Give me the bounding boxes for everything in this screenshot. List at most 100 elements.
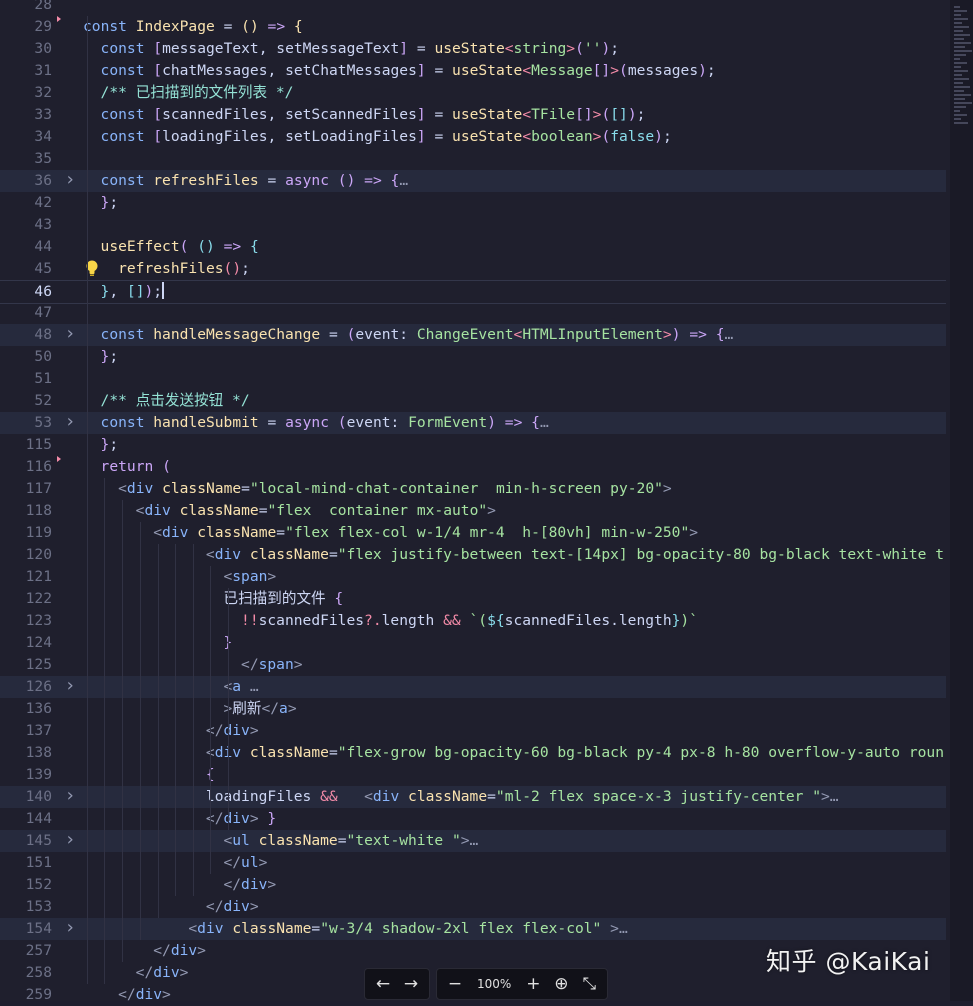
code-text: const handleSubmit = async (event: FormE… <box>100 414 549 431</box>
minimap-line <box>954 42 971 44</box>
code-line[interactable]: 138 <div className="flex-grow bg-opacity-… <box>0 742 946 764</box>
code-line[interactable]: 28 <box>0 0 946 16</box>
fold-chevron-icon[interactable]: › <box>64 785 76 807</box>
line-number: 136 <box>25 700 52 717</box>
code-line[interactable]: 116 return ( <box>0 456 946 478</box>
code-line[interactable]: 121 <span> <box>0 566 946 588</box>
code-line[interactable]: 145 › <ul className="text-white ">… <box>0 829 946 852</box>
code-text: const refreshFiles = async () => {… <box>100 172 409 189</box>
code-text: }; <box>100 194 119 211</box>
line-number: 257 <box>25 942 52 959</box>
code-text: <ul className="text-white ">… <box>223 832 479 849</box>
minimap-line <box>954 102 972 104</box>
code-text: }; <box>100 436 119 453</box>
collapse-icon[interactable]: ⤡ <box>577 969 601 999</box>
code-line[interactable]: 50}; <box>0 346 946 368</box>
code-text: <div className="flex container mx-auto"> <box>135 502 496 519</box>
code-line[interactable]: 154 › <div className="w-3/4 shadow-2xl fle… <box>0 917 946 940</box>
arrow-right-icon[interactable]: → <box>399 969 423 999</box>
minimap[interactable] <box>950 0 973 1001</box>
minimap-line <box>954 6 960 8</box>
line-number: 51 <box>34 370 52 387</box>
minimap-line <box>954 82 963 84</box>
fold-chevron-icon[interactable]: › <box>64 169 76 191</box>
code-line[interactable]: 119 <div className="flex flex-col w-1/4 m… <box>0 522 946 544</box>
line-number: 35 <box>34 150 52 167</box>
line-number: 139 <box>25 766 52 783</box>
line-number: 42 <box>34 194 52 211</box>
code-line[interactable]: 126›<a … <box>0 675 946 698</box>
minimap-line <box>954 58 960 60</box>
code-line[interactable]: 124} <box>0 632 946 654</box>
code-line[interactable]: 115}; <box>0 434 946 456</box>
code-line[interactable]: 31 const [chatMessages, setChatMessages] … <box>0 60 946 82</box>
code-line[interactable]: 34 const [loadingFiles, setLoadingFiles] … <box>0 126 946 148</box>
line-number: 258 <box>25 964 52 981</box>
code-line[interactable]: 35 <box>0 148 946 170</box>
fold-chevron-icon[interactable]: › <box>64 323 76 345</box>
minimap-line <box>954 18 968 20</box>
code-line[interactable]: 152 </div> <box>0 874 946 896</box>
download-icon[interactable]: ⊕ <box>549 969 573 999</box>
minimap-line <box>954 86 970 88</box>
code-line[interactable]: 153 </div> <box>0 896 946 918</box>
indent-guide <box>158 544 159 918</box>
code-line[interactable]: 44 useEffect( () => { <box>0 236 946 258</box>
code-line[interactable]: 137 </div> <box>0 720 946 742</box>
line-number: 48 <box>34 326 52 343</box>
code-editor[interactable]: 28 29 const IndexPage = () => {30 const [me… <box>0 0 973 1003</box>
text-cursor <box>162 282 164 299</box>
code-line[interactable]: 47 <box>0 302 946 324</box>
indent-guide <box>140 522 141 940</box>
line-number: 145 <box>25 832 52 849</box>
fold-chevron-icon[interactable]: › <box>64 829 76 851</box>
fold-chevron-icon[interactable]: › <box>64 675 76 697</box>
line-number: 31 <box>34 62 52 79</box>
code-text: 已扫描到的文件 { <box>223 590 344 607</box>
indent-guide <box>87 16 88 984</box>
code-line[interactable]: 117 <div className="local-mind-chat-conta… <box>0 478 946 500</box>
code-line[interactable]: 120 <div className="flex justify-between … <box>0 544 946 566</box>
code-line[interactable]: 140 › loadingFiles && <div className="ml-2… <box>0 785 946 808</box>
zoom-out-icon[interactable]: − <box>443 969 467 999</box>
code-line[interactable]: 36 › const refreshFiles = async () => {… <box>0 169 946 192</box>
code-line[interactable]: 43 <box>0 214 946 236</box>
code-line[interactable]: 136 >刷新</a> <box>0 698 946 720</box>
code-line[interactable]: 52 /** 点击发送按钮 */ <box>0 390 946 412</box>
minimap-line <box>954 14 961 16</box>
code-line[interactable]: 118 <div className="flex container mx-aut… <box>0 500 946 522</box>
code-line[interactable]: 122 已扫描到的文件 { <box>0 588 946 610</box>
fold-chevron-icon[interactable]: › <box>64 917 76 939</box>
code-line[interactable]: 123 !!scannedFiles?.length && `(${scanned… <box>0 610 946 632</box>
code-line[interactable]: 42}; <box>0 192 946 214</box>
code-line[interactable]: 29 const IndexPage = () => { <box>0 16 946 38</box>
arrow-left-icon[interactable]: ← <box>371 969 395 999</box>
code-line[interactable]: 151 </ul> <box>0 852 946 874</box>
code-line[interactable]: 53 › const handleSubmit = async (event: Fo… <box>0 411 946 434</box>
code-line[interactable]: 32 /** 已扫描到的文件列表 */ <box>0 82 946 104</box>
code-line[interactable]: 144 </div> } <box>0 808 946 830</box>
minimap-line <box>954 94 971 96</box>
code-line[interactable]: 125 </span> <box>0 654 946 676</box>
code-line[interactable]: 139{ <box>0 764 946 786</box>
zoom-in-icon[interactable]: + <box>521 969 545 999</box>
code-line[interactable]: 46}, []); <box>0 280 946 304</box>
code-text: <div className="flex justify-between tex… <box>205 546 944 563</box>
indent-guide <box>210 566 211 874</box>
code-text: </div> <box>135 964 189 981</box>
fold-chevron-icon[interactable]: › <box>64 411 76 433</box>
line-number: 116 <box>25 458 52 475</box>
code-line[interactable]: 45 refreshFiles(); <box>0 258 946 280</box>
code-line[interactable]: 48 › const handleMessageChange = (event: C… <box>0 323 946 346</box>
line-number: 154 <box>25 920 52 937</box>
minimap-line <box>954 46 965 48</box>
code-line[interactable]: 30 const [messageText, setMessageText] = … <box>0 38 946 60</box>
line-number: 138 <box>25 744 52 761</box>
code-line[interactable]: 33 const [scannedFiles, setScannedFiles] … <box>0 104 946 126</box>
code-text: <div className="flex flex-col w-1/4 mr-4… <box>153 524 699 541</box>
indent-guide <box>122 500 123 962</box>
minimap-line <box>954 66 961 68</box>
line-number: 45 <box>34 260 52 277</box>
code-line[interactable]: 51 <box>0 368 946 390</box>
indent-guide <box>104 478 105 984</box>
